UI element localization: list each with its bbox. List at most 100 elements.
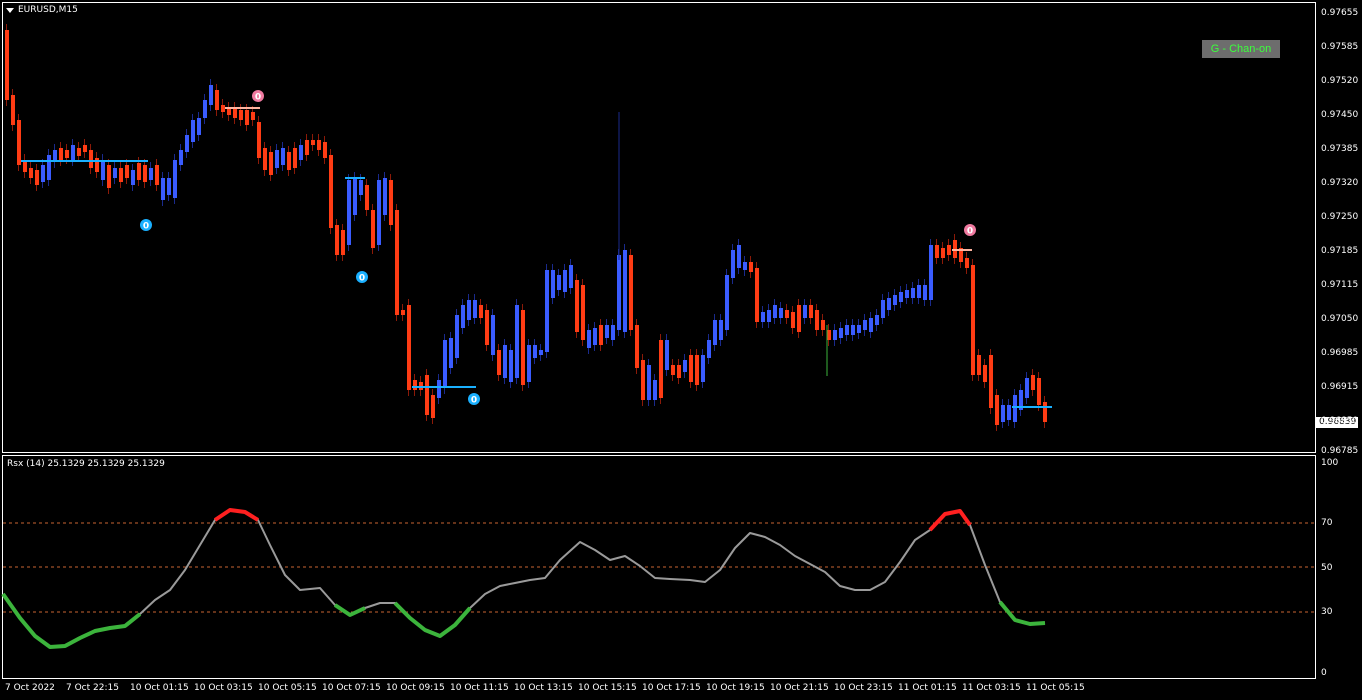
candle-body	[173, 160, 177, 198]
time-tick: 11 Oct 05:15	[1026, 683, 1085, 693]
signal-marker-label: 0	[967, 227, 973, 237]
candle-body	[629, 255, 633, 330]
candle-body	[665, 340, 669, 370]
candle-body	[587, 330, 591, 348]
candle-body	[881, 300, 885, 318]
candle-body	[155, 165, 159, 185]
candle-body	[845, 325, 849, 335]
candle-body	[899, 292, 903, 302]
candle-body	[269, 152, 273, 175]
candle-body	[1043, 402, 1047, 422]
candle-body	[779, 308, 783, 318]
candle-body	[701, 355, 705, 382]
candle-body	[137, 163, 141, 180]
time-tick: 10 Oct 01:15	[130, 683, 189, 693]
candle-body	[593, 328, 597, 345]
candle-body	[1037, 378, 1041, 405]
candle-body	[947, 245, 951, 255]
candle-body	[905, 290, 909, 298]
candle-body	[995, 395, 999, 425]
candle-body	[425, 375, 429, 415]
candle-body	[545, 270, 549, 352]
candle-body	[785, 310, 789, 318]
time-tick: 10 Oct 23:15	[834, 683, 893, 693]
candle-body	[161, 178, 165, 200]
candle-body	[1025, 378, 1029, 398]
candle-body	[635, 325, 639, 368]
candle-body	[935, 245, 939, 258]
candle-body	[41, 165, 45, 182]
candle-body	[323, 142, 327, 158]
candle-body	[539, 350, 543, 355]
candle-body	[923, 285, 927, 300]
candle-body	[449, 338, 453, 368]
candle-body	[215, 90, 219, 110]
candle-body	[713, 320, 717, 345]
candle-body	[671, 365, 675, 375]
rsx-line	[393, 601, 472, 638]
candle-body	[59, 148, 63, 160]
markers-layer: 0 0 0 0 0	[140, 90, 976, 406]
candle-body	[827, 330, 831, 340]
candle-body	[581, 285, 585, 340]
candle-body	[839, 328, 843, 338]
candle-body	[365, 185, 369, 210]
candle-body	[5, 30, 9, 100]
candle-body	[143, 165, 147, 182]
time-tick: 7 Oct 22:15	[66, 683, 119, 693]
rsx-line	[333, 603, 366, 617]
candle-body	[833, 330, 837, 340]
candle-body	[257, 122, 261, 158]
candle-body	[47, 155, 51, 180]
price-tick: 0.97450	[1321, 110, 1359, 120]
candle-body	[515, 305, 519, 378]
candle-body	[737, 245, 741, 268]
candle-body	[389, 180, 393, 225]
symbol-title[interactable]: EURUSD,M15	[18, 5, 78, 15]
candle-body	[479, 305, 483, 318]
candle-body	[605, 325, 609, 338]
price-tick: 0.97520	[1321, 76, 1359, 86]
candle-body	[971, 265, 975, 375]
candle-body	[401, 310, 405, 315]
candle-body	[473, 300, 477, 318]
symbol-dropdown-icon[interactable]	[6, 8, 14, 13]
candle-body	[977, 355, 981, 375]
candle-body	[761, 312, 765, 322]
candle-body	[875, 315, 879, 325]
candle-body	[695, 355, 699, 385]
candle-body	[317, 140, 321, 150]
candle-body	[917, 285, 921, 298]
candle-body	[395, 210, 399, 315]
candle-body	[287, 152, 291, 170]
rsx-line	[998, 600, 1046, 626]
candle-body	[305, 140, 309, 155]
candle-body	[221, 105, 225, 112]
chan-on-badge[interactable]: G - Chan-on	[1202, 40, 1280, 58]
candle-body	[35, 170, 39, 185]
candle-body	[863, 320, 867, 330]
price-tick: 0.97585	[1321, 42, 1359, 52]
candle-body	[71, 145, 75, 160]
candle-body	[797, 305, 801, 332]
candle-body	[119, 168, 123, 182]
candle-body	[965, 258, 969, 268]
time-tick: 10 Oct 21:15	[770, 683, 829, 693]
candle-body	[563, 270, 567, 292]
rsx-level-tick: 0	[1321, 668, 1327, 678]
rsx-level-tick: 30	[1321, 607, 1333, 617]
candle-body	[11, 95, 15, 125]
candle-body	[203, 100, 207, 118]
price-tick: 0.97115	[1321, 280, 1359, 290]
candle-body	[77, 148, 81, 156]
candle-body	[227, 108, 231, 115]
rsx-level-tick: 70	[1321, 518, 1333, 528]
candle-body	[857, 325, 861, 333]
candle-body	[731, 250, 735, 278]
chart-canvas[interactable]: 0 0 0 0 0	[0, 0, 1362, 700]
candle-body	[299, 145, 303, 160]
candle-body	[239, 110, 243, 120]
level-lines-layer	[21, 107, 1052, 408]
candle-body	[533, 345, 537, 358]
candle-body	[383, 178, 387, 215]
